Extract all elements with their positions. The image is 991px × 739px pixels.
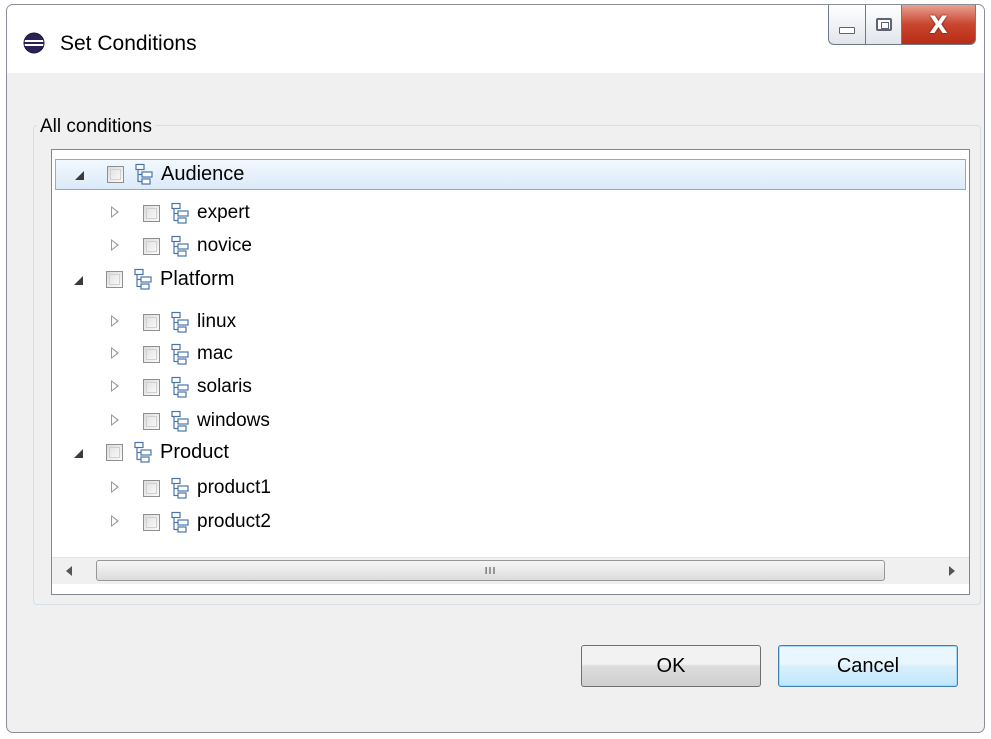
condition-icon xyxy=(171,376,189,398)
condition-icon xyxy=(171,511,189,533)
tree-item-label: product1 xyxy=(197,477,271,498)
condition-checkbox[interactable] xyxy=(143,314,160,331)
close-button[interactable]: X xyxy=(902,5,976,45)
minimize-icon xyxy=(839,27,855,34)
condition-checkbox[interactable] xyxy=(143,379,160,396)
condition-icon xyxy=(171,235,189,257)
expand-open-icon[interactable] xyxy=(74,449,83,458)
tree-row[interactable]: product1 xyxy=(52,472,969,503)
ok-button[interactable]: OK xyxy=(581,645,761,687)
condition-icon xyxy=(171,477,189,499)
expand-closed-icon[interactable] xyxy=(111,315,119,327)
horizontal-scrollbar[interactable]: III xyxy=(52,557,969,584)
maximize-button[interactable] xyxy=(866,5,902,45)
expand-open-icon[interactable] xyxy=(75,171,84,180)
tree-item-label: Platform xyxy=(160,268,235,290)
condition-icon xyxy=(171,202,189,224)
expand-closed-icon[interactable] xyxy=(111,347,119,359)
expand-closed-icon[interactable] xyxy=(111,481,119,493)
title-bar[interactable]: Set Conditions X xyxy=(7,5,984,73)
tree-row[interactable]: expert xyxy=(52,197,969,228)
expand-closed-icon[interactable] xyxy=(111,414,119,426)
condition-icon xyxy=(171,410,189,432)
set-conditions-dialog: Set Conditions X All conditions Audience… xyxy=(6,4,985,733)
condition-checkbox[interactable] xyxy=(106,444,123,461)
expand-open-icon[interactable] xyxy=(74,276,83,285)
condition-checkbox[interactable] xyxy=(143,480,160,497)
scrollbar-thumb[interactable]: III xyxy=(96,560,885,581)
tree-row[interactable]: Platform xyxy=(52,265,969,296)
tree-row[interactable]: linux xyxy=(52,306,969,337)
conditions-tree[interactable]: Audience expert novice Platform linux mac sola… xyxy=(51,149,970,595)
dialog-title: Set Conditions xyxy=(60,32,197,55)
close-icon: X xyxy=(929,10,948,39)
expand-closed-icon[interactable] xyxy=(111,380,119,392)
tree-item-label: Product xyxy=(160,441,229,463)
tree-item-label: linux xyxy=(197,311,237,332)
window-controls: X xyxy=(828,5,976,47)
tree-row[interactable]: novice xyxy=(52,230,969,261)
condition-checkbox[interactable] xyxy=(143,205,160,222)
condition-icon xyxy=(171,311,189,333)
tree-row[interactable]: windows xyxy=(52,405,969,436)
scroll-right-arrow-icon[interactable] xyxy=(949,566,955,576)
condition-icon xyxy=(135,163,153,185)
condition-checkbox[interactable] xyxy=(107,166,124,183)
tree-item-label: product2 xyxy=(197,511,271,532)
condition-icon xyxy=(171,343,189,365)
tree-row[interactable]: Audience xyxy=(55,159,966,190)
eclipse-icon xyxy=(23,32,45,54)
condition-icon xyxy=(134,441,152,463)
condition-checkbox[interactable] xyxy=(106,271,123,288)
maximize-icon xyxy=(875,18,892,31)
cancel-button[interactable]: Cancel xyxy=(778,645,958,687)
tree-item-label: novice xyxy=(197,235,252,256)
condition-checkbox[interactable] xyxy=(143,413,160,430)
group-label: All conditions xyxy=(37,116,155,138)
tree-item-label: windows xyxy=(197,410,270,431)
tree-item-label: solaris xyxy=(197,376,252,397)
expand-closed-icon[interactable] xyxy=(111,239,119,251)
tree-item-label: mac xyxy=(197,343,233,364)
expand-closed-icon[interactable] xyxy=(111,515,119,527)
tree-row[interactable]: product2 xyxy=(52,506,969,537)
condition-checkbox[interactable] xyxy=(143,346,160,363)
condition-checkbox[interactable] xyxy=(143,514,160,531)
minimize-button[interactable] xyxy=(828,5,866,45)
tree-row[interactable]: solaris xyxy=(52,371,969,402)
expand-closed-icon[interactable] xyxy=(111,206,119,218)
tree-item-label: expert xyxy=(197,202,250,223)
tree-row[interactable]: mac xyxy=(52,338,969,369)
scroll-left-arrow-icon[interactable] xyxy=(66,566,72,576)
tree-row[interactable]: Product xyxy=(52,438,969,469)
scrollbar-grip: III xyxy=(484,566,497,577)
condition-icon xyxy=(134,268,152,290)
condition-checkbox[interactable] xyxy=(143,238,160,255)
tree-item-label: Audience xyxy=(161,163,245,185)
